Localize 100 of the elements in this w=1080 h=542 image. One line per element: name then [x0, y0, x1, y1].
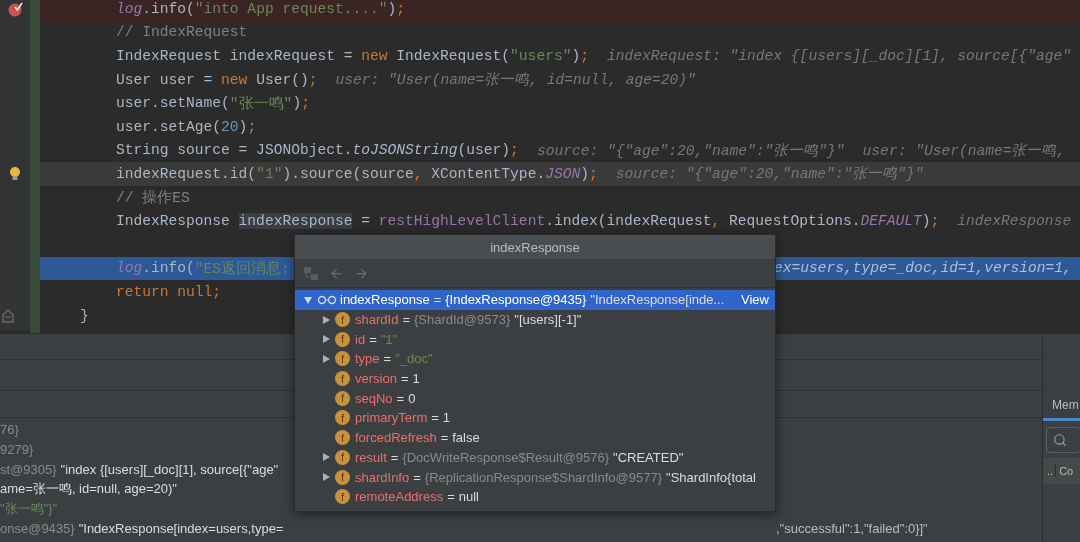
variable-name: remoteAddress: [355, 489, 444, 505]
tree-row[interactable]: f result = {DocWriteResponse$Result@9576} "CREATED": [295, 447, 775, 468]
code-token: (user): [457, 142, 511, 159]
tree-row[interactable]: f shardInfo = {ReplicationResponse$ShardInfo@9577} "ShardInfo{total: [295, 467, 775, 487]
inline-value-hint: source: "{"age":20,"name":"张一鸣"}": [615, 165, 924, 184]
expand-arrow-icon[interactable]: [321, 472, 331, 483]
code-token: ): [387, 0, 397, 17]
variable-name: seqNo: [355, 390, 393, 406]
tree-row[interactable]: f version = 1: [295, 368, 775, 389]
equals-sign: =: [402, 312, 410, 328]
equals-sign: =: [369, 331, 377, 347]
code-token: ): [580, 165, 589, 182]
tree-row[interactable]: indexResponse = {IndexResponse@9435} "IndexResponse[inde... View: [295, 290, 775, 310]
fold-icon[interactable]: [2, 308, 14, 323]
tree-row[interactable]: f seqNo = 0: [295, 388, 775, 409]
field-icon: f: [335, 489, 350, 505]
code-token: .info(: [142, 0, 195, 17]
equals-sign: =: [440, 430, 449, 446]
variable-type: {IndexResponse@9435}: [445, 292, 587, 308]
code-token: "ES返回消息:: [194, 259, 290, 278]
code-token: ): [571, 48, 581, 64]
variable-value: 1: [412, 371, 420, 387]
variable-type: st@9305}: [0, 462, 57, 477]
variable-type: 9279}: [0, 442, 34, 458]
code-token: ;: [930, 213, 940, 230]
field-icon: f: [335, 351, 350, 367]
code-token: User(): [256, 71, 309, 88]
code-token: ;: [301, 95, 310, 112]
code-token: "users": [510, 48, 572, 64]
code-token: String source = JSONObject.: [116, 142, 353, 159]
lightbulb-icon[interactable]: [9, 165, 21, 182]
view-link[interactable]: View: [741, 292, 775, 308]
code-token: ;: [308, 71, 318, 88]
variable-name: id: [355, 331, 366, 347]
tree-row[interactable]: f id = "1": [295, 329, 775, 350]
code-token: .info(: [142, 260, 195, 277]
code-token: new: [221, 71, 249, 88]
expand-arrow-icon[interactable]: [321, 353, 331, 364]
inline-value-hint: indexResponse: [957, 213, 1072, 230]
tree-row[interactable]: f remoteAddress = null: [295, 486, 775, 507]
variable-value: 1: [442, 410, 451, 426]
variable-name: indexResponse: [340, 292, 430, 308]
variable-type: {ShardId@9573}: [413, 312, 511, 328]
expand-arrow-icon[interactable]: [321, 314, 331, 325]
code-token: RequestOptions.: [729, 213, 861, 230]
field-icon: f: [335, 331, 350, 347]
code-token: ;: [247, 118, 257, 135]
code-token: ;: [588, 165, 598, 182]
equals-sign: =: [390, 449, 399, 465]
variable-value: "IndexResponse[inde...: [590, 292, 725, 308]
code-token: .index(indexRequest: [545, 213, 712, 230]
tree-row[interactable]: f forcedRefresh = false: [295, 427, 775, 448]
code-token: ,: [413, 165, 424, 182]
code-token: User user =: [116, 71, 214, 88]
variable-value: "CREATED": [613, 449, 684, 465]
collapse-arrow-icon[interactable]: [303, 294, 313, 305]
variable-value: "ShardInfo{total: [666, 469, 756, 485]
code-token: ;: [580, 48, 589, 64]
code-token: IndexResponse: [116, 213, 231, 230]
field-icon: f: [335, 469, 350, 485]
field-icon: f: [335, 449, 350, 465]
popup-title: indexResponse: [295, 235, 775, 259]
variable-value: "_doc": [395, 351, 433, 367]
expand-arrow-icon[interactable]: [321, 452, 331, 463]
equals-sign: =: [400, 371, 409, 387]
code-token: IndexRequest indexRequest =: [116, 48, 354, 64]
memory-tab[interactable]: Mem: [1043, 392, 1080, 421]
code-token: IndexRequest(: [396, 48, 511, 64]
code-token: restHighLevelClient: [378, 213, 546, 230]
variable-name: primaryTerm: [355, 410, 428, 426]
breakpoint-icon[interactable]: [7, 0, 23, 17]
variable-type: {DocWriteResponse$Result@9576}: [402, 449, 610, 465]
tree-row[interactable]: f primaryTerm = 1: [295, 408, 775, 428]
code-token: // IndexRequest: [116, 24, 248, 41]
variable-value: 0: [408, 390, 416, 406]
field-icon: f: [335, 430, 350, 446]
code-token: ;: [510, 142, 519, 159]
inline-value-hint: indexRequest: "index {[users][_doc][1], source[{"age": [606, 48, 1072, 64]
code-token: new: [361, 48, 389, 64]
search-icon: [1053, 433, 1067, 447]
equals-sign: =: [396, 390, 405, 406]
variable-value: false: [452, 430, 480, 446]
code-token: ,: [711, 213, 722, 230]
inline-value-hint: user: "User(name=张一鸣,: [862, 141, 1066, 160]
variable-type: {ReplicationResponse$ShardInfo@9577}: [424, 469, 663, 485]
field-icon: f: [335, 410, 350, 426]
expand-arrow-icon[interactable]: [321, 334, 331, 345]
inline-value-hint: user: "User(name=张一鸣, id=null, age=20)": [335, 71, 696, 90]
equals-sign: =: [413, 469, 421, 485]
equals-sign: =: [433, 292, 442, 308]
tree-row[interactable]: f shardId = {ShardId@9573} "[users][-1]": [295, 309, 775, 330]
code-token: XContentType.: [431, 165, 546, 182]
code-token: ): [921, 213, 931, 230]
tree-row[interactable]: f type = "_doc": [295, 349, 775, 369]
code-token: }: [80, 307, 89, 324]
field-icon: f: [335, 390, 350, 406]
code-token: ): [238, 118, 248, 135]
variable-value: "IndexResponse[index=users,type=: [78, 521, 284, 537]
code-token: DEFAULT: [860, 213, 922, 230]
table-header: .. Co: [1043, 458, 1080, 484]
